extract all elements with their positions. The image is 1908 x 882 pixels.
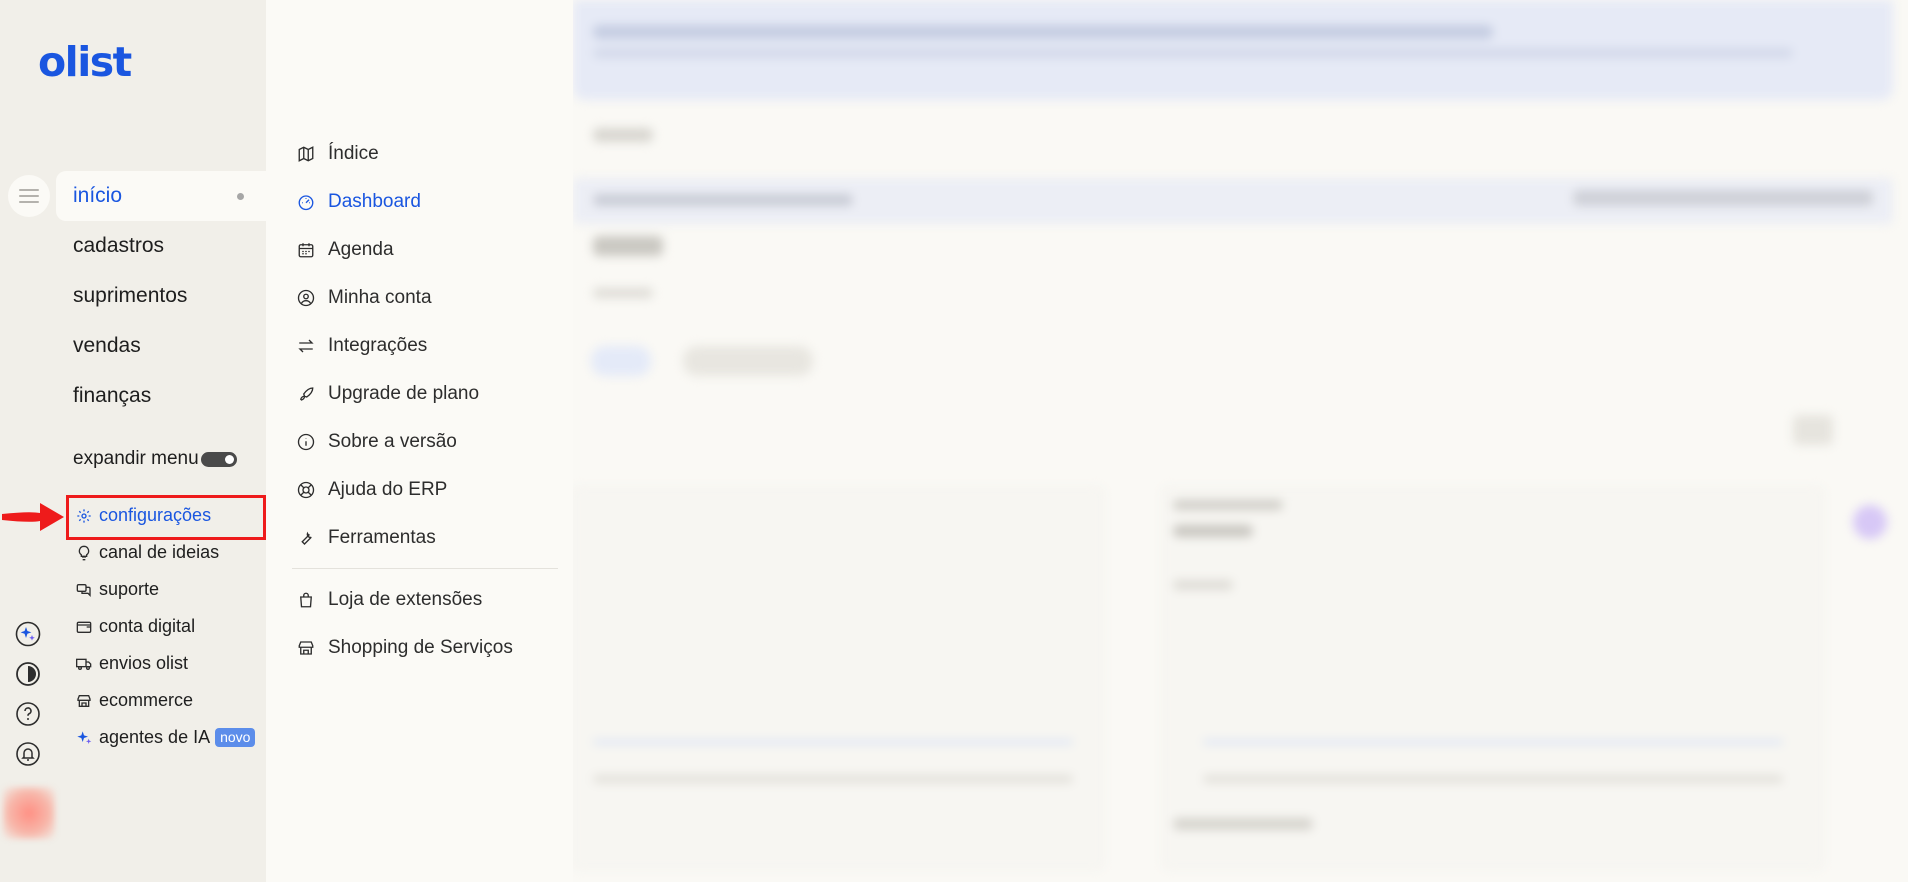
pointer-arrow-icon [2, 503, 64, 531]
menu-divider [292, 568, 558, 569]
lightbulb-icon [74, 543, 94, 563]
highlight-callout-box [66, 495, 266, 540]
contrast-icon[interactable] [14, 660, 42, 688]
expand-menu-toggle[interactable] [200, 451, 237, 467]
menu-item-dashboard[interactable]: Dashboard [292, 178, 558, 226]
menu-item-agenda[interactable]: Agenda [292, 226, 558, 274]
utility-icons [14, 620, 42, 780]
bell-icon[interactable] [14, 740, 42, 768]
hamburger-menu-icon[interactable] [8, 175, 50, 217]
new-badge: novo [215, 728, 256, 747]
wallet-icon [74, 617, 94, 637]
active-dot [237, 193, 244, 200]
expand-menu-row[interactable]: expandir menu [73, 448, 237, 470]
sub-nav-item-envios-olist[interactable]: envios olist [74, 645, 255, 682]
arrows-exchange-icon [296, 336, 316, 356]
storefront-icon [296, 638, 316, 658]
user-circle-icon [296, 288, 316, 308]
help-icon[interactable] [14, 700, 42, 728]
sub-nav-item-ecommerce[interactable]: ecommerce [74, 682, 255, 719]
menu-item-minha-conta[interactable]: Minha conta [292, 274, 558, 322]
main-nav: início cadastros suprimentos vendas fina… [56, 171, 266, 421]
chat-bubbles-icon [74, 580, 94, 600]
menu-item-upgrade-de-plano[interactable]: Upgrade de plano [292, 370, 558, 418]
expand-menu-label: expandir menu [73, 448, 199, 469]
main-nav-item-vendas[interactable]: vendas [56, 321, 266, 371]
left-rail: olist início cadastros suprimentos venda… [0, 0, 266, 882]
main-nav-item-suprimentos[interactable]: suprimentos [56, 271, 266, 321]
shopping-bag-icon [296, 590, 316, 610]
store-icon [74, 691, 94, 711]
menu-item-sobre-a-versao[interactable]: Sobre a versão [292, 418, 558, 466]
sparkle-icon [74, 728, 94, 748]
menu-item-loja-de-extensoes[interactable]: Loja de extensões [292, 576, 558, 624]
map-icon [296, 144, 316, 164]
ai-sparkle-icon[interactable] [14, 620, 42, 648]
menu-item-ferramentas[interactable]: Ferramentas [292, 514, 558, 562]
inicio-submenu-panel: Índice Dashboard Agenda Minha conta Inte… [266, 0, 573, 882]
main-nav-item-financas[interactable]: finanças [56, 371, 266, 421]
rocket-icon [296, 384, 316, 404]
avatar[interactable] [3, 787, 55, 839]
calendar-icon [296, 240, 316, 260]
info-icon [296, 432, 316, 452]
menu-item-integracoes[interactable]: Integrações [292, 322, 558, 370]
main-nav-item-cadastros[interactable]: cadastros [56, 221, 266, 271]
main-nav-item-inicio[interactable]: início [56, 171, 266, 221]
olist-logo[interactable]: olist [38, 42, 132, 83]
sub-nav-item-agentes-de-ia[interactable]: agentes de IA novo [74, 719, 256, 756]
gauge-icon [296, 192, 316, 212]
menu-item-indice[interactable]: Índice [292, 130, 558, 178]
blurred-dashboard-background [573, 0, 1908, 882]
truck-icon [74, 654, 94, 674]
wrench-icon [296, 528, 316, 548]
menu-item-ajuda-do-erp[interactable]: Ajuda do ERP [292, 466, 558, 514]
menu-item-shopping-de-servicos[interactable]: Shopping de Serviços [292, 624, 558, 672]
lifebuoy-icon [296, 480, 316, 500]
sub-nav-item-conta-digital[interactable]: conta digital [74, 608, 255, 645]
submenu-list: Índice Dashboard Agenda Minha conta Inte… [292, 130, 558, 672]
sub-nav-item-suporte[interactable]: suporte [74, 571, 255, 608]
